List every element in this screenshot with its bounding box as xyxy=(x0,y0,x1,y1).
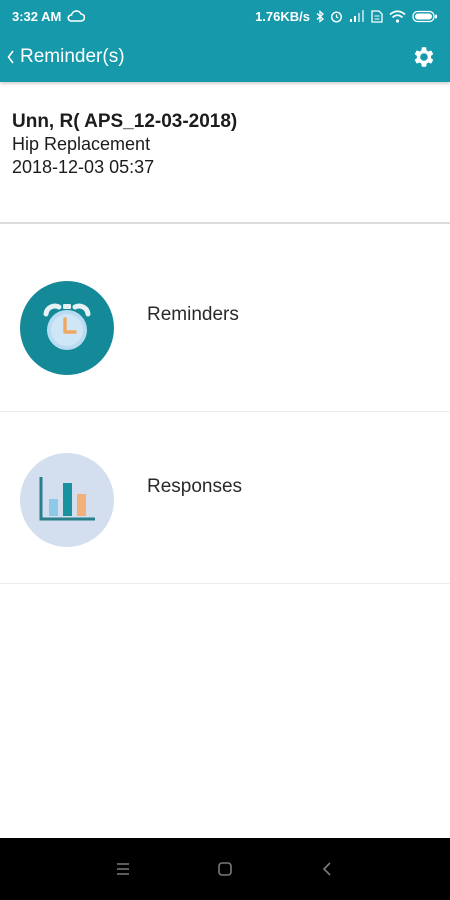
chevron-left-icon xyxy=(7,50,14,64)
home-button[interactable] xyxy=(211,855,239,883)
alarm-icon xyxy=(330,10,343,23)
sim-icon xyxy=(371,9,383,23)
menu-item-responses[interactable]: Responses xyxy=(0,411,450,584)
reminders-icon-circle xyxy=(20,281,114,375)
back-button[interactable]: Reminder(s) xyxy=(6,46,125,68)
procedure-name: Hip Replacement xyxy=(12,134,151,154)
menu-label-reminders: Reminders xyxy=(147,304,239,325)
recent-apps-button[interactable] xyxy=(109,855,137,883)
responses-icon-circle xyxy=(20,453,114,547)
alarm-clock-icon xyxy=(43,303,91,350)
menu-lines-icon xyxy=(117,863,129,875)
battery-icon xyxy=(412,10,437,22)
back-arrow-icon xyxy=(322,862,331,876)
status-bar: 3:32 AM 1.76KB/s xyxy=(0,0,450,32)
procedure-datetime: 2018-12-03 05:37 xyxy=(12,157,155,177)
status-time: 3:32 AM xyxy=(12,8,62,24)
signal-icon xyxy=(350,10,364,22)
menu-item-reminders[interactable]: Reminders xyxy=(0,239,450,412)
network-speed: 1.76KB/s xyxy=(255,8,310,24)
app-bar: Reminder(s) xyxy=(0,32,450,82)
cloud-icon xyxy=(67,10,86,22)
settings-gear-icon[interactable] xyxy=(410,44,436,70)
menu-label-responses: Responses xyxy=(147,476,243,497)
system-back-button[interactable] xyxy=(313,855,341,883)
bluetooth-icon xyxy=(316,9,324,23)
patient-name: Unn, R( APS_12-03-2018) xyxy=(12,111,238,132)
wifi-icon xyxy=(389,9,406,23)
home-square-icon xyxy=(218,862,232,876)
bar-chart-icon xyxy=(39,477,95,521)
page-title: Reminder(s) xyxy=(20,46,125,67)
system-nav-bar xyxy=(0,838,450,900)
patient-info: Unn, R( APS_12-03-2018) Hip Replacement … xyxy=(0,84,450,224)
